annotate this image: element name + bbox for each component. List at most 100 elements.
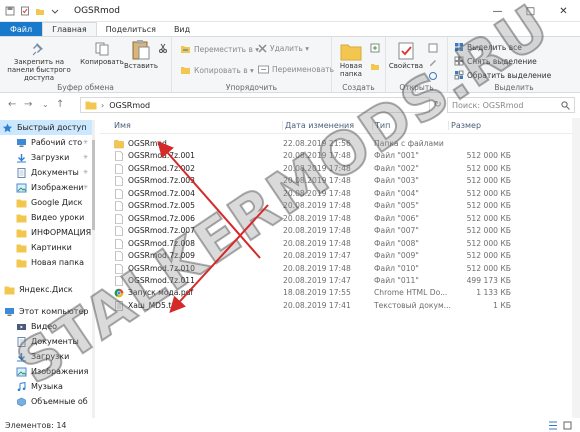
file-row[interactable]: OGSRmod.7z.008 20.08.2019 17:48 Файл "008"…: [100, 238, 580, 250]
copy-to-button[interactable]: Копировать в ▾: [180, 65, 254, 75]
pin-quick-access-button[interactable]: Закрепить на панели быстрого доступа: [2, 41, 76, 82]
documents-icon: [17, 167, 26, 178]
minimize-button[interactable]: —: [481, 0, 514, 22]
properties-icon[interactable]: [20, 6, 30, 16]
tab-file[interactable]: Файл: [0, 22, 43, 36]
breadcrumb-separator: ›: [101, 100, 105, 110]
file-name: OGSRmod.7z.001: [128, 151, 195, 161]
file-row[interactable]: OGSRmod.7z.001 20.08.2019 17:48 Файл "001"…: [100, 150, 580, 162]
file-row[interactable]: OGSRmod.7z.005 20.08.2019 17:48 Файл "005"…: [100, 200, 580, 212]
tab-home[interactable]: Главная: [42, 22, 97, 36]
chevron-down-icon[interactable]: [50, 6, 60, 16]
file-row[interactable]: OGSRmod.7z.002 20.08.2019 17:48 Файл "002"…: [100, 163, 580, 175]
nav-item-label: Загрузки: [31, 352, 70, 361]
open-icon[interactable]: [428, 43, 438, 53]
edit-icon[interactable]: [428, 57, 438, 67]
file-row[interactable]: OGSRmod 22.08.2019 21:56 Папка с файлами: [100, 138, 580, 150]
properties-button[interactable]: Свойства: [388, 41, 424, 70]
file-row[interactable]: OGSRmod.7z.009 20.08.2019 17:47 Файл "009"…: [100, 250, 580, 262]
move-to-label: Переместить в: [194, 44, 253, 54]
new-item-icon[interactable]: [370, 43, 380, 53]
pdf-icon: [114, 289, 124, 298]
file-row[interactable]: Хаш_MD5.txt 20.08.2019 17:41 Текстовый док…: [100, 300, 580, 312]
file-icon: [115, 164, 123, 174]
large-icons-view-icon[interactable]: [563, 421, 572, 430]
nav-item[interactable]: ИНФОРМАЦИЯ: [0, 225, 92, 240]
select-none-button[interactable]: Снять выделение: [454, 56, 537, 66]
new-folder-button[interactable]: Новая папка: [336, 41, 366, 78]
new-folder-icon: [340, 44, 362, 61]
nav-item[interactable]: Яндекс.Диск: [0, 282, 92, 297]
nav-scrollbar[interactable]: [92, 120, 95, 418]
title-bar: OGSRmod — □ ✕: [0, 0, 580, 22]
content-scrollbar[interactable]: [572, 118, 580, 418]
search-input[interactable]: Поиск: OGSRmod: [447, 97, 575, 113]
recent-locations-icon[interactable]: ⌄: [42, 100, 49, 109]
file-row[interactable]: OGSRmod.7z.004 20.08.2019 17:48 Файл "004"…: [100, 188, 580, 200]
nav-item[interactable]: Рабочий сто ✳: [0, 135, 92, 150]
rename-button[interactable]: Переименовать: [258, 65, 334, 74]
nav-scrollbar-thumb[interactable]: [92, 140, 95, 230]
nav-item[interactable]: Объемные об: [0, 394, 92, 409]
forward-arrow-icon[interactable]: →: [24, 99, 32, 110]
file-row[interactable]: Запуск мода.pdf 18.08.2019 17:55 Chrome HT…: [100, 287, 580, 299]
file-name: OGSRmod.7z.006: [128, 213, 195, 223]
nav-item[interactable]: Изображения: [0, 364, 92, 379]
file-row[interactable]: OGSRmod.7z.007 20.08.2019 17:48 Файл "007"…: [100, 225, 580, 237]
column-size[interactable]: Размер: [448, 121, 481, 130]
nav-item[interactable]: Загрузки: [0, 349, 92, 364]
details-view-icon[interactable]: [548, 421, 558, 430]
file-row[interactable]: OGSRmod.7z.010 20.08.2019 17:48 Файл "010"…: [100, 263, 580, 275]
copy-button[interactable]: Копировать: [80, 41, 124, 66]
nav-item[interactable]: Изображени ✳: [0, 180, 92, 195]
file-type: Файл "004": [374, 188, 419, 198]
nav-item[interactable]: Документы ✳: [0, 165, 92, 180]
nav-item[interactable]: Google Диск: [0, 195, 92, 210]
file-row[interactable]: OGSRmod.7z.003 20.08.2019 17:48 Файл "003"…: [100, 175, 580, 187]
maximize-button[interactable]: □: [514, 0, 547, 22]
file-row[interactable]: OGSRmod.7z.006 20.08.2019 17:48 Файл "006"…: [100, 213, 580, 225]
file-type: Файл "010": [374, 263, 419, 273]
move-to-button[interactable]: Переместить в ▾: [180, 44, 259, 54]
tab-view[interactable]: Вид: [165, 22, 199, 36]
file-row[interactable]: OGSRmod.7z.011 20.08.2019 17:47 Файл "011"…: [100, 275, 580, 287]
save-icon[interactable]: [5, 6, 15, 16]
up-arrow-icon[interactable]: ↑: [56, 99, 64, 110]
nav-item[interactable]: Новая папка: [0, 255, 92, 270]
nav-item[interactable]: Видео: [0, 319, 92, 334]
move-icon: [181, 46, 190, 53]
paste-button[interactable]: Вставить: [124, 39, 158, 70]
pictures-icon: [16, 367, 27, 376]
create-group: Новая папка Создать: [332, 37, 386, 93]
rename-icon: [258, 65, 269, 74]
select-all-button[interactable]: Выделить все: [454, 42, 522, 52]
nav-item[interactable]: Загрузки ✳: [0, 150, 92, 165]
easy-access-icon[interactable]: [370, 61, 380, 71]
address-bar-row: ← → ⌄ ↑ › OGSRmod ↻ Поиск: OGSRmod: [0, 94, 580, 116]
nav-item-label: Музыка: [31, 382, 63, 391]
nav-item[interactable]: Быстрый доступ: [0, 120, 92, 135]
new-folder-icon[interactable]: [35, 6, 45, 16]
nav-item[interactable]: Картинки: [0, 240, 92, 255]
column-date[interactable]: Дата изменения: [282, 121, 354, 130]
close-button[interactable]: ✕: [547, 0, 580, 22]
cut-icon[interactable]: [158, 43, 168, 53]
tab-share[interactable]: Поделиться: [97, 22, 165, 36]
file-name: Запуск мода.pdf: [128, 288, 194, 298]
breadcrumb-item[interactable]: OGSRmod: [109, 101, 150, 110]
nav-item-label: Объемные об: [31, 397, 88, 406]
file-size: 512 000 КБ: [466, 163, 511, 173]
file-date: 20.08.2019 17:48: [283, 201, 351, 211]
refresh-icon[interactable]: ↻: [434, 100, 442, 110]
nav-item[interactable]: Документы: [0, 334, 92, 349]
nav-item[interactable]: Видео уроки: [0, 210, 92, 225]
address-box[interactable]: › OGSRmod: [80, 97, 430, 113]
nav-item[interactable]: Музыка: [0, 379, 92, 394]
column-type[interactable]: Тип: [372, 121, 390, 130]
history-icon[interactable]: [428, 71, 438, 81]
column-name[interactable]: Имя: [114, 121, 131, 130]
nav-item[interactable]: Этот компьютер: [0, 304, 92, 319]
delete-button[interactable]: Удалить ▾: [258, 44, 309, 53]
back-arrow-icon[interactable]: ←: [8, 99, 16, 110]
invert-selection-button[interactable]: Обратить выделение: [454, 70, 551, 80]
